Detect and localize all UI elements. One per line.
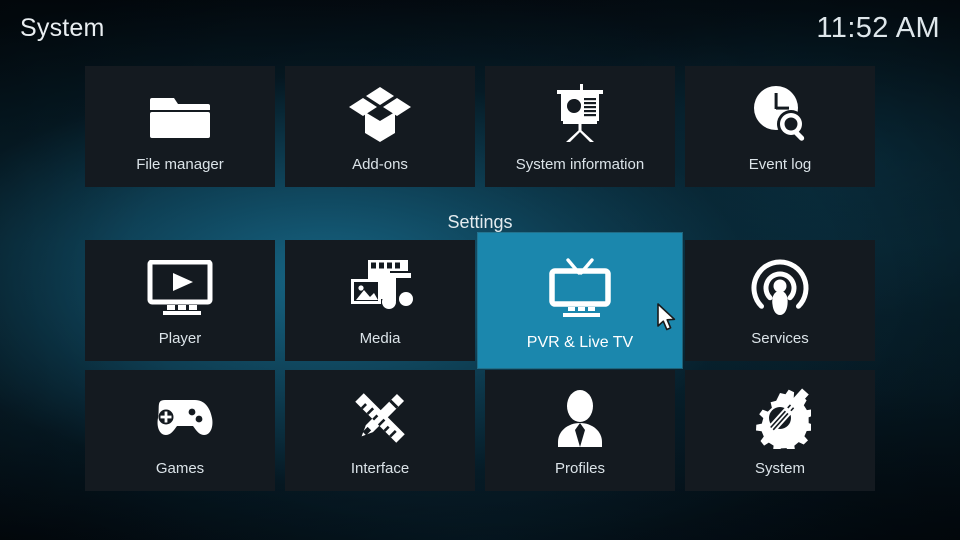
tile-slot-pvr: PVR & Live TV [478, 233, 682, 368]
tile-profiles[interactable]: Profiles [485, 370, 675, 491]
settings-section-heading: Settings [447, 212, 513, 232]
user-profile-icon [485, 370, 675, 460]
tile-system-information[interactable]: System information [485, 66, 675, 187]
tile-pvr-live-tv[interactable]: PVR & Live TV [478, 233, 682, 368]
tile-services[interactable]: Services [685, 240, 875, 361]
tile-event-log[interactable]: Event log [685, 66, 875, 187]
tile-games[interactable]: Games [85, 370, 275, 491]
clock-search-icon [685, 66, 875, 156]
tile-label: Media [359, 330, 401, 347]
tile-label: Games [155, 460, 205, 477]
tile-add-ons[interactable]: Add-ons [285, 66, 475, 187]
clock-label: 11:52 AM [816, 11, 940, 44]
system-tools-row: File manager Add-ons System information … [85, 66, 875, 187]
presentation-chart-icon [485, 66, 675, 156]
tile-player[interactable]: Player [85, 240, 275, 361]
page-title: System [20, 13, 105, 42]
monitor-play-icon [85, 240, 275, 330]
tile-label: Services [751, 330, 809, 347]
tile-label: Event log [748, 156, 812, 173]
tile-media[interactable]: Media [285, 240, 475, 361]
gamepad-icon [85, 370, 275, 460]
tile-interface[interactable]: Interface [285, 370, 475, 491]
pencil-ruler-icon [285, 370, 475, 460]
tile-label: System information [515, 156, 645, 173]
tile-label: PVR & Live TV [526, 334, 634, 351]
settings-row-1: Player Media PVR & Live TV Services [85, 233, 875, 368]
tile-label: Interface [350, 460, 410, 477]
top-bar: System 11:52 AM [0, 0, 960, 56]
open-box-icon [285, 66, 475, 156]
folder-icon [85, 66, 275, 156]
tile-label: Profiles [554, 460, 606, 477]
gear-screwdriver-icon [685, 370, 875, 460]
television-icon [478, 233, 682, 334]
tile-label: File manager [136, 156, 224, 173]
tile-label: System [754, 460, 805, 477]
broadcast-user-icon [685, 240, 875, 330]
tile-label: Add-ons [352, 156, 408, 173]
settings-row-2: Games Interface Profiles System [85, 370, 875, 491]
tile-file-manager[interactable]: File manager [85, 66, 275, 187]
tile-label: Player [158, 330, 202, 347]
tile-system[interactable]: System [685, 370, 875, 491]
media-collage-icon [285, 240, 475, 330]
